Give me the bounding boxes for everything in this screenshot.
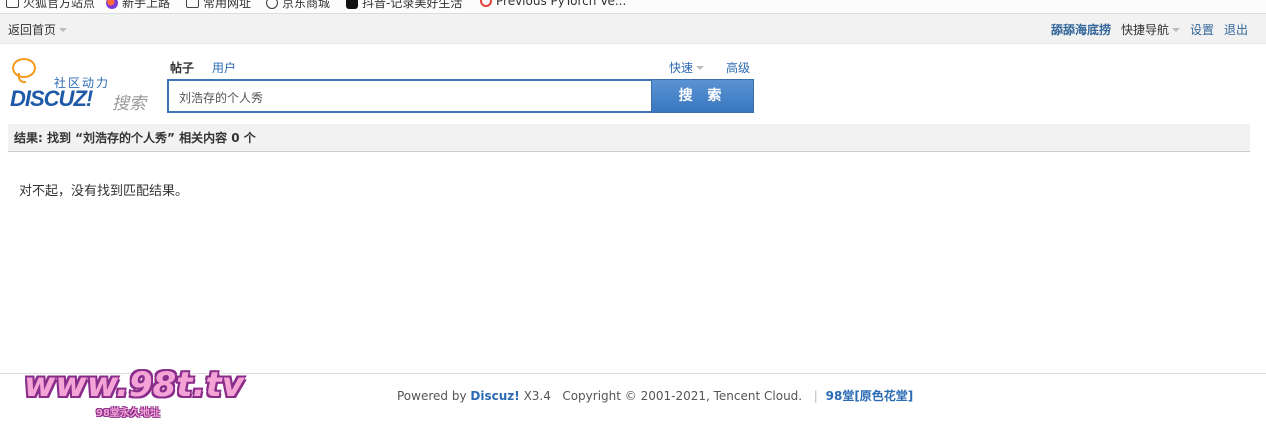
bookmark-label: 京东商城 bbox=[282, 0, 331, 10]
settings-link[interactable]: 设置 bbox=[1190, 21, 1214, 38]
quick-nav-label: 快捷导航 bbox=[1120, 23, 1169, 37]
ring-icon bbox=[480, 0, 492, 7]
logo-brand-sub: 搜索 bbox=[112, 94, 146, 114]
bookmark-item[interactable]: 新手上路 bbox=[106, 0, 170, 11]
logo-brand: DISCUZ! bbox=[10, 86, 93, 111]
chevron-down-icon bbox=[59, 28, 68, 32]
search-options: 快速 高级 bbox=[669, 59, 750, 76]
bookmarks-bar: 火狐官方站点 新手上路 常用网址 京东商城 抖音-记录美好生活 Previous… bbox=[0, 0, 1266, 14]
folder-icon bbox=[186, 0, 199, 8]
watermark-text: www.98t.tv bbox=[24, 365, 244, 405]
bookmark-item[interactable]: Previous PyTorch Ve... bbox=[480, 0, 626, 8]
chevron-down-icon bbox=[1171, 28, 1180, 32]
top-nav: 返回首页 舔舔海底捞 快捷导航 设置 退出 bbox=[0, 14, 1266, 44]
no-result-message: 对不起，没有找到匹配结果。 bbox=[19, 184, 189, 199]
speech-bubble-icon bbox=[12, 58, 36, 83]
bookmark-label: Previous PyTorch Ve... bbox=[496, 0, 627, 8]
search-input[interactable] bbox=[177, 82, 651, 112]
username-link[interactable]: 舔舔海底捞 bbox=[1051, 21, 1111, 38]
watermark-subtext: 98堂永久地址 bbox=[96, 408, 160, 419]
folder-icon bbox=[6, 0, 19, 8]
home-link-label: 返回首页 bbox=[8, 23, 57, 37]
search-type-tabs: 帖子 用户 bbox=[170, 59, 236, 76]
bookmark-item[interactable]: 京东商城 bbox=[266, 0, 330, 11]
firefox-icon bbox=[106, 0, 118, 9]
powered-by-text: Powered by bbox=[397, 389, 467, 403]
site-watermark: www.98t.tv 98堂永久地址 bbox=[24, 365, 244, 421]
bookmark-label: 新手上路 bbox=[122, 0, 171, 10]
tab-users[interactable]: 用户 bbox=[212, 59, 236, 76]
version-text: X3.4 bbox=[523, 389, 551, 403]
bookmark-item[interactable]: 常用网址 bbox=[186, 0, 251, 11]
home-link[interactable]: 返回首页 bbox=[8, 21, 68, 38]
quick-search-label: 快速 bbox=[669, 61, 694, 75]
bookmark-item[interactable]: 抖音-记录美好生活 bbox=[346, 0, 462, 11]
chevron-down-icon bbox=[696, 66, 705, 70]
globe-icon bbox=[266, 0, 278, 9]
tiktok-icon bbox=[346, 0, 358, 9]
bookmark-label: 火狐官方站点 bbox=[23, 0, 96, 10]
site-name-link[interactable]: 98堂[原色花堂] bbox=[826, 389, 914, 403]
footer: Powered by Discuz! X3.4 Copyright © 2001… bbox=[397, 387, 913, 404]
search-button[interactable]: 搜 索 bbox=[651, 79, 754, 113]
quick-search-menu[interactable]: 快速 bbox=[669, 59, 705, 76]
bookmark-label: 抖音-记录美好生活 bbox=[362, 0, 463, 10]
bookmark-label: 常用网址 bbox=[203, 0, 252, 10]
footer-separator: | bbox=[813, 389, 818, 403]
logout-link[interactable]: 退出 bbox=[1224, 21, 1248, 38]
discuz-link[interactable]: Discuz! bbox=[470, 389, 519, 403]
user-nav: 舔舔海底捞 快捷导航 设置 退出 bbox=[1051, 21, 1248, 38]
discuz-search-logo[interactable]: 社区动力 DISCUZ! 搜索 bbox=[10, 58, 150, 114]
result-summary: 结果: 找到 “刘浩存的个人秀” 相关内容 0 个 bbox=[8, 124, 1250, 152]
quick-nav-menu[interactable]: 快捷导航 bbox=[1121, 21, 1180, 38]
copyright-text: Copyright © 2001-2021, Tencent Cloud. bbox=[562, 389, 803, 403]
tab-threads[interactable]: 帖子 bbox=[170, 59, 194, 76]
advanced-search-link[interactable]: 高级 bbox=[726, 59, 750, 76]
bookmark-item[interactable]: 火狐官方站点 bbox=[6, 0, 95, 11]
search-box bbox=[167, 79, 652, 113]
